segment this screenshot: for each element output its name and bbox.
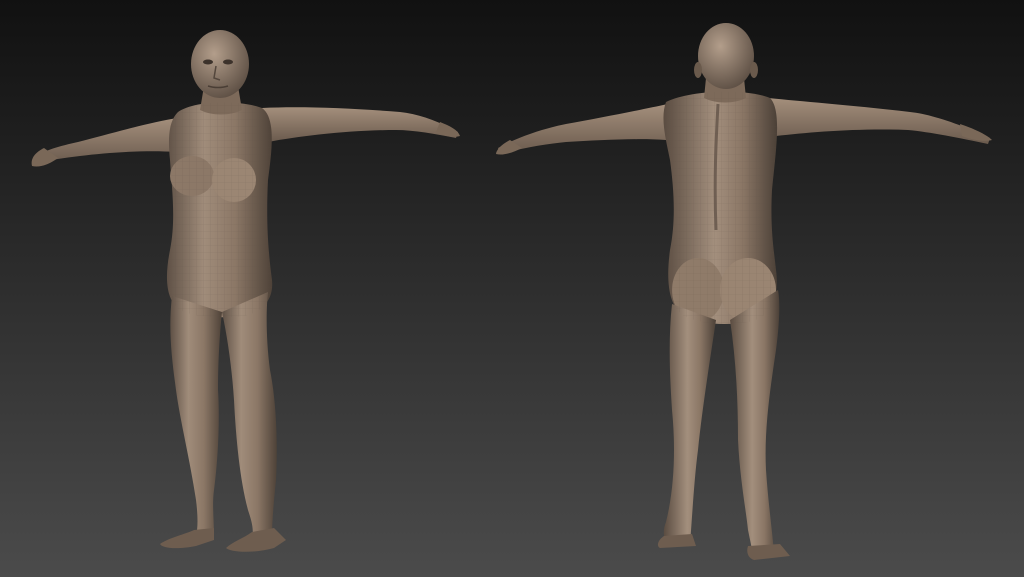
- back-ear-right: [750, 62, 758, 78]
- render-viewport: [0, 0, 1024, 577]
- front-right-foot: [226, 528, 286, 552]
- back-left-foot: [657, 534, 696, 548]
- front-left-leg: [170, 296, 222, 536]
- front-eye-left: [203, 59, 213, 65]
- back-ear-left: [694, 62, 702, 78]
- front-view-figure: [31, 30, 460, 552]
- back-head: [698, 23, 754, 89]
- back-right-foot: [747, 544, 790, 560]
- back-mesh-overlay: [663, 91, 778, 324]
- front-right-leg: [222, 292, 277, 538]
- back-left-arm: [498, 104, 668, 154]
- sculpt-render-canvas: [31, 23, 992, 560]
- back-left-leg: [663, 304, 716, 544]
- back-view-figure: [496, 23, 992, 560]
- front-eye-right: [223, 59, 233, 65]
- front-left-foot: [160, 528, 214, 549]
- front-mesh-overlay: [166, 102, 273, 318]
- front-right-arm: [262, 107, 458, 142]
- back-right-leg: [730, 290, 780, 552]
- back-right-arm: [768, 98, 990, 144]
